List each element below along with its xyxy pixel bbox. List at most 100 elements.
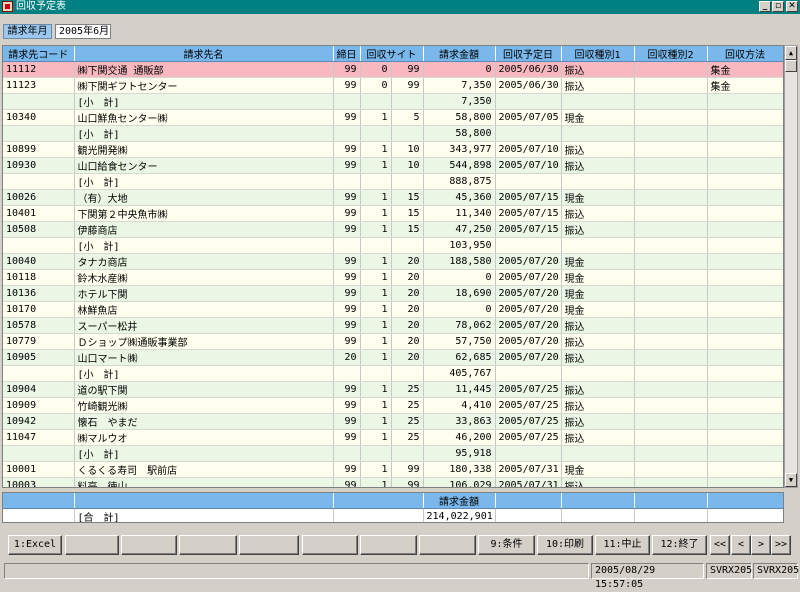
- last-page-button[interactable]: >>: [771, 535, 791, 555]
- table-row[interactable]: 10118 鈴木水産㈱ 99 1 20 0 2005/07/20 現金: [3, 269, 783, 286]
- table-cell: 2005/07/10: [495, 157, 562, 174]
- table-row[interactable]: 10340 山口鮮魚センター㈱ 99 1 5 58,800 2005/07/05 現金: [3, 109, 783, 126]
- title-bar: 回収予定表 _ ▫ ✕: [0, 0, 800, 14]
- function-key-6-button[interactable]: [302, 535, 358, 555]
- table-row[interactable]: 10026 （有）大地 99 1 15 45,360 2005/07/15 現金: [3, 189, 783, 206]
- table-row[interactable]: 10909 竹崎観光㈱ 99 1 25 4,410 2005/07/25 振込: [3, 397, 783, 414]
- table-cell: 1: [360, 301, 392, 318]
- table-cell: [707, 109, 783, 126]
- table-cell: [333, 125, 361, 142]
- subtotal-row[interactable]: [小 計] 888,875: [3, 173, 783, 190]
- table-cell: 振込: [561, 429, 635, 446]
- table-cell: [707, 205, 783, 222]
- function-key-11-button[interactable]: 11:中止: [595, 535, 650, 555]
- table-cell: [495, 125, 562, 142]
- table-cell: 10508: [3, 221, 75, 238]
- table-row[interactable]: 10578 スーパー松井 99 1 20 78,062 2005/07/20 振込: [3, 317, 783, 334]
- table-cell: [707, 157, 783, 174]
- table-cell: 99: [333, 221, 361, 238]
- table-cell: 振込: [561, 221, 635, 238]
- table-cell: 99: [391, 477, 424, 487]
- table-cell: 33,863: [423, 413, 496, 430]
- table-cell: 10578: [3, 317, 75, 334]
- function-key-12-button[interactable]: 12:終了: [652, 535, 707, 555]
- table-cell: 現金: [561, 269, 635, 286]
- function-key-9-button[interactable]: 9:条件: [478, 535, 535, 555]
- function-key-5-button[interactable]: [239, 535, 299, 555]
- subtotal-row[interactable]: [小 計] 405,767: [3, 365, 783, 382]
- status-datetime: 2005/08/29 15:57:05: [591, 563, 704, 590]
- table-cell: [634, 317, 708, 334]
- header-collection-method[interactable]: 回収方法: [707, 46, 783, 62]
- subtotal-row[interactable]: [小 計] 7,350: [3, 93, 783, 110]
- table-row[interactable]: 10508 伊藤商店 99 1 15 47,250 2005/07/15 振込: [3, 221, 783, 238]
- status-panel-empty: [4, 563, 589, 579]
- table-cell: 2005/07/15: [495, 205, 562, 222]
- table-row[interactable]: 10170 林鮮魚店 99 1 20 0 2005/07/20 現金: [3, 301, 783, 318]
- table-cell: [495, 93, 562, 110]
- billing-month-field[interactable]: 2005年6月: [55, 24, 111, 39]
- function-key-4-button[interactable]: [179, 535, 237, 555]
- table-cell: 57,750: [423, 333, 496, 350]
- table-row[interactable]: 10779 Ｄショップ㈱通販事業部 99 1 20 57,750 2005/07/20 振込: [3, 333, 783, 350]
- table-cell: 20: [333, 349, 361, 366]
- function-key-3-button[interactable]: [121, 535, 177, 555]
- next-page-button[interactable]: >: [751, 535, 771, 555]
- table-row[interactable]: 10930 山口給食センター 99 1 10 544,898 2005/07/10 振込: [3, 157, 783, 174]
- table-row[interactable]: 10905 山口マート㈱ 20 1 20 62,685 2005/07/20 振込: [3, 349, 783, 366]
- subtotal-row[interactable]: [小 計] 103,950: [3, 237, 783, 254]
- table-row[interactable]: 10942 懐石 やまだ 99 1 25 33,863 2005/07/25 振込: [3, 413, 783, 430]
- scroll-down-arrow-icon[interactable]: ▼: [785, 473, 797, 487]
- table-cell: 観光開発㈱: [74, 141, 334, 158]
- table-cell: 99: [333, 461, 361, 478]
- function-key-10-button[interactable]: 10:印刷: [537, 535, 593, 555]
- table-row[interactable]: 10904 道の駅下関 99 1 25 11,445 2005/07/25 振込: [3, 381, 783, 398]
- subtotal-row[interactable]: [小 計] 58,800: [3, 125, 783, 142]
- close-button[interactable]: ✕: [786, 1, 798, 12]
- table-cell: 1: [360, 381, 392, 398]
- table-cell: 10026: [3, 189, 75, 206]
- table-cell: 15: [391, 189, 424, 206]
- header-collection-type-1[interactable]: 回収種別1: [561, 46, 635, 62]
- function-key-1-button[interactable]: 1:Excel: [8, 535, 62, 555]
- table-cell: [小 計]: [74, 125, 334, 142]
- table-row[interactable]: 11112 ㈱下関交通 通販部 99 0 99 0 2005/06/30 振込 集金: [3, 61, 783, 78]
- header-customer-code[interactable]: 請求先コード: [3, 46, 75, 62]
- header-closing-day[interactable]: 締日: [333, 46, 361, 62]
- header-collection-site[interactable]: 回収サイト: [360, 46, 424, 62]
- first-page-button[interactable]: <<: [710, 535, 730, 555]
- table-cell: 10136: [3, 285, 75, 302]
- function-key-8-button[interactable]: [419, 535, 476, 555]
- table-cell: 1: [360, 317, 392, 334]
- vertical-scrollbar[interactable]: ▲ ▼: [784, 45, 798, 488]
- totals-header-blank: [707, 493, 783, 509]
- scroll-thumb[interactable]: [785, 60, 797, 72]
- table-cell: [707, 349, 783, 366]
- subtotal-row[interactable]: [小 計] 95,918: [3, 445, 783, 462]
- header-collection-type-2[interactable]: 回収種別2: [634, 46, 708, 62]
- function-key-2-button[interactable]: [65, 535, 119, 555]
- table-cell: 95,918: [423, 445, 496, 462]
- table-row[interactable]: 10899 観光開発㈱ 99 1 10 343,977 2005/07/10 振込: [3, 141, 783, 158]
- restore-button[interactable]: ▫: [772, 1, 784, 12]
- totals-cell: [3, 508, 75, 522]
- table-row[interactable]: 10401 下関第２中央魚市㈱ 99 1 15 11,340 2005/07/15 振込: [3, 205, 783, 222]
- header-billed-amount[interactable]: 請求金額: [423, 46, 496, 62]
- table-row[interactable]: 10040 タナカ商店 99 1 20 188,580 2005/07/20 現金: [3, 253, 783, 270]
- table-cell: [634, 301, 708, 318]
- table-row[interactable]: 11123 ㈱下関ギフトセンター 99 0 99 7,350 2005/06/30 振込 集金: [3, 77, 783, 94]
- table-cell: 106,029: [423, 477, 496, 487]
- table-row[interactable]: 10136 ホテル下関 99 1 20 18,690 2005/07/20 現金: [3, 285, 783, 302]
- table-row[interactable]: 10001 くるくる寿司 駅前店 99 1 99 180,338 2005/07/31 現金: [3, 461, 783, 478]
- prev-page-button[interactable]: <: [731, 535, 751, 555]
- table-cell: 78,062: [423, 317, 496, 334]
- table-row[interactable]: 11047 ㈱マルウオ 99 1 25 46,200 2005/07/25 振込: [3, 429, 783, 446]
- table-row[interactable]: 10003 料亭 徳山 99 1 99 106,029 2005/07/31 振込: [3, 477, 783, 487]
- function-key-7-button[interactable]: [360, 535, 417, 555]
- scroll-up-arrow-icon[interactable]: ▲: [785, 46, 797, 60]
- table-cell: 2005/07/15: [495, 189, 562, 206]
- table-cell: 99: [391, 61, 424, 78]
- header-customer-name[interactable]: 請求先名: [74, 46, 334, 62]
- minimize-button[interactable]: _: [759, 1, 771, 12]
- header-collection-date[interactable]: 回収予定日: [495, 46, 562, 62]
